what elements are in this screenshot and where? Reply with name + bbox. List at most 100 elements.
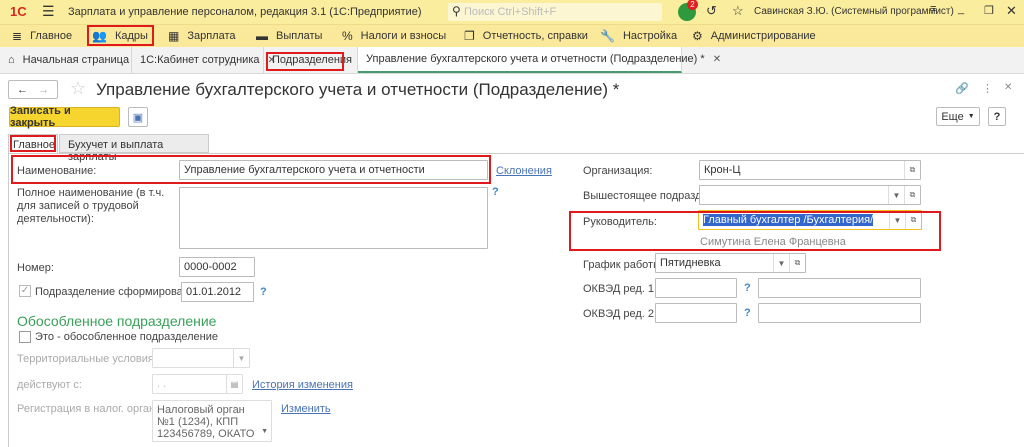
- okved2-name-input[interactable]: [758, 303, 921, 323]
- tab-label: Подразделения: [272, 54, 352, 66]
- section-label: Налоги и взносы: [360, 30, 447, 42]
- history-icon[interactable]: ↺: [706, 3, 717, 19]
- 1c-logo: 1С: [10, 4, 27, 19]
- help-icon[interactable]: ?: [744, 282, 751, 294]
- open-icon[interactable]: ⧉: [789, 254, 805, 272]
- history-link[interactable]: История изменения: [252, 379, 353, 391]
- more-button[interactable]: Еще ▼: [936, 107, 980, 126]
- separate-checkbox[interactable]: [19, 331, 31, 343]
- formed-date-input[interactable]: 01.01.2012: [181, 282, 254, 302]
- formed-checkbox[interactable]: ✓: [19, 285, 31, 297]
- more-actions-icon[interactable]: ⋮: [982, 82, 993, 95]
- tab-employee-cabinet[interactable]: 1С:Кабинет сотрудника ✕: [132, 47, 276, 73]
- save-and-close-button[interactable]: Записать и закрыть: [9, 105, 120, 129]
- okved2-label: ОКВЭД ред. 2:: [583, 308, 658, 320]
- declensions-link[interactable]: Склонения: [496, 165, 552, 177]
- search-input[interactable]: ⚲ Поиск Ctrl+Shift+F: [448, 3, 662, 21]
- forward-arrow-icon[interactable]: →: [38, 84, 49, 96]
- percent-icon: %: [342, 29, 353, 43]
- help-icon[interactable]: ?: [260, 286, 267, 298]
- open-icon[interactable]: ⧉: [904, 161, 920, 179]
- help-button[interactable]: ?: [988, 107, 1006, 126]
- dropdown-arrow-icon[interactable]: ▼: [773, 254, 789, 272]
- dropdown-arrow-icon[interactable]: ▼: [889, 211, 905, 229]
- open-icon[interactable]: ⧉: [905, 211, 921, 229]
- close-tab-icon[interactable]: ✕: [713, 54, 721, 65]
- head-value: Главный бухгалтер /Бухгалтерия/: [703, 214, 874, 226]
- dropdown-arrow-icon[interactable]: ▼: [888, 186, 904, 204]
- head-input[interactable]: Главный бухгалтер /Бухгалтерия/ ▼ ⧉: [698, 210, 922, 230]
- formed-label: Подразделение сформировано: [35, 286, 195, 298]
- valid-from-input[interactable]: . . ▤: [152, 374, 243, 394]
- section-label: Выплаты: [276, 30, 323, 42]
- schedule-label: График работы:: [583, 259, 665, 271]
- section-label: Главное: [30, 30, 73, 42]
- name-input[interactable]: Управление бухгалтерского учета и отчетн…: [179, 160, 488, 180]
- section-salary[interactable]: ▦ Зарплата: [168, 29, 236, 43]
- favorites-star-icon[interactable]: ☆: [732, 3, 744, 19]
- link-icon[interactable]: 🔗: [955, 82, 969, 95]
- minimize-icon[interactable]: _: [958, 3, 964, 15]
- close-form-icon[interactable]: ✕: [1004, 82, 1012, 93]
- section-payments[interactable]: ▬ Выплаты: [256, 29, 322, 43]
- card-icon: ▬: [256, 29, 268, 43]
- section-admin[interactable]: ⚙ Администрирование: [692, 29, 816, 43]
- tax-registration-field[interactable]: Налоговый орган №1 (1234), КПП 123456789…: [152, 400, 272, 442]
- tab-current-department[interactable]: Управление бухгалтерского учета и отчетн…: [358, 47, 721, 73]
- schedule-input[interactable]: Пятидневка ▼ ⧉: [655, 253, 806, 273]
- separate-checkbox-label: Это - обособленное подразделение: [35, 331, 218, 343]
- okved2-code-input[interactable]: [655, 303, 737, 323]
- section-settings[interactable]: 🔧 Настройка: [600, 29, 677, 43]
- documents-icon: ❐: [464, 29, 475, 43]
- favorite-star-icon[interactable]: ☆: [70, 78, 86, 99]
- territorial-select[interactable]: ▼: [152, 348, 250, 368]
- search-icon: ⚲: [452, 4, 461, 18]
- section-label: Отчетность, справки: [482, 30, 588, 42]
- organization-input[interactable]: Крон-Ц ⧉: [699, 160, 921, 180]
- okved1-name-input[interactable]: [758, 278, 921, 298]
- settings-menu-icon[interactable]: ≡: [930, 3, 936, 15]
- notifications-icon[interactable]: 2: [678, 0, 698, 21]
- subtab-main[interactable]: Главное: [8, 134, 58, 153]
- close-icon[interactable]: ✕: [1006, 3, 1017, 19]
- help-icon[interactable]: ?: [492, 186, 499, 198]
- head-label: Руководитель:: [583, 216, 657, 228]
- current-user[interactable]: Савинская З.Ю. (Системный программист): [754, 6, 954, 17]
- open-icon[interactable]: ⧉: [904, 186, 920, 204]
- fullname-input[interactable]: [179, 187, 488, 249]
- calendar-icon[interactable]: ▤: [226, 375, 242, 393]
- tab-label: 1С:Кабинет сотрудника: [140, 54, 260, 66]
- section-hr[interactable]: 👥 Кадры: [92, 29, 148, 43]
- organization-label: Организация:: [583, 165, 653, 177]
- gear-icon: ⚙: [692, 29, 703, 43]
- parent-department-input[interactable]: ▼ ⧉: [699, 185, 921, 205]
- title-bar: 1С ☰ Зарплата и управление персоналом, р…: [0, 0, 1024, 24]
- wrench-icon: 🔧: [600, 29, 615, 43]
- scroll-down-icon[interactable]: ▼: [261, 426, 268, 438]
- tab-departments[interactable]: Подразделения✕: [264, 47, 368, 73]
- dropdown-arrow-icon[interactable]: ▼: [233, 349, 249, 367]
- menu-icon: ≣: [12, 29, 23, 43]
- restore-icon[interactable]: ❐: [984, 4, 994, 17]
- section-taxes[interactable]: % Налоги и взносы: [342, 29, 446, 43]
- people-icon: 👥: [92, 29, 107, 43]
- tab-label: Начальная страница: [22, 54, 130, 66]
- number-input[interactable]: 0000-0002: [179, 257, 255, 277]
- section-main[interactable]: ≣ Главное: [12, 29, 72, 43]
- name-label: Наименование:: [17, 165, 97, 177]
- main-menu-icon[interactable]: ☰: [42, 3, 55, 20]
- save-icon[interactable]: ▣: [128, 107, 148, 127]
- notification-badge: 2: [687, 0, 698, 10]
- section-label: Администрирование: [710, 30, 816, 42]
- section-reports[interactable]: ❐ Отчетность, справки: [464, 29, 588, 43]
- help-icon[interactable]: ?: [744, 307, 751, 319]
- separate-section-header: Обособленное подразделение: [17, 313, 217, 329]
- tab-home[interactable]: ⌂ Начальная страница: [0, 47, 132, 73]
- back-arrow-icon[interactable]: ←: [17, 84, 28, 96]
- app-title: Зарплата и управление персоналом, редакц…: [68, 6, 422, 18]
- okved1-code-input[interactable]: [655, 278, 737, 298]
- change-link[interactable]: Изменить: [281, 403, 331, 415]
- tab-label: Управление бухгалтерского учета и отчетн…: [366, 53, 705, 65]
- subtab-accounting[interactable]: Бухучет и выплата зарплаты: [59, 134, 209, 163]
- nav-buttons: ← →: [8, 80, 58, 99]
